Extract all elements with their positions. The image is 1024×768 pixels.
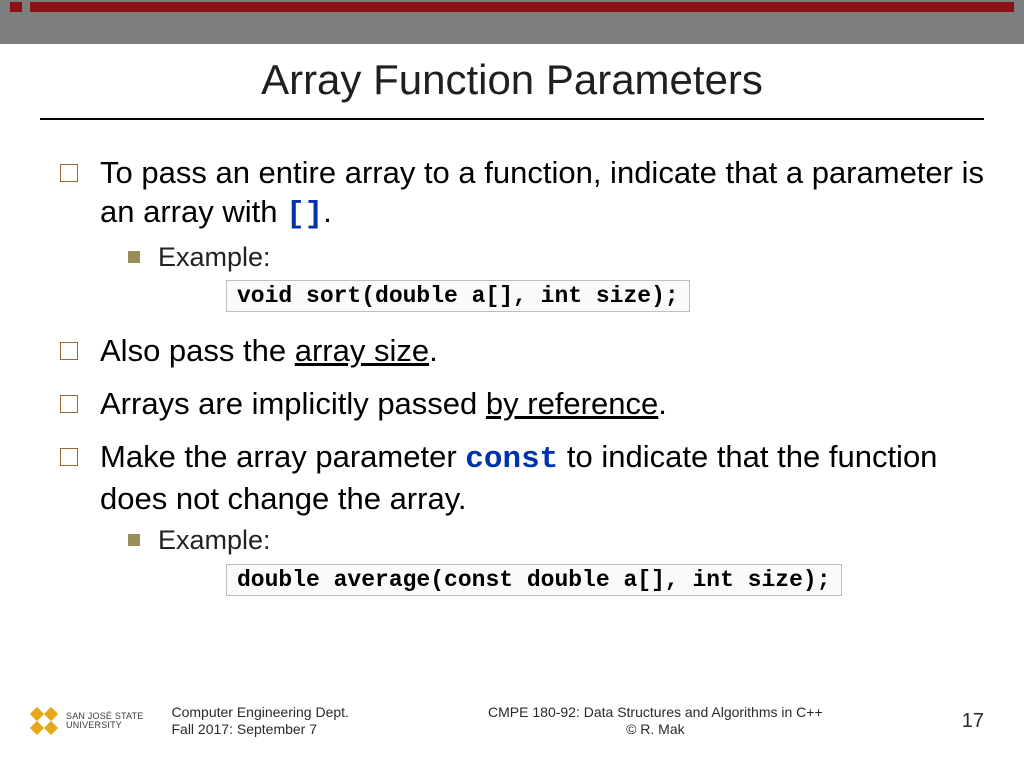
bullet-4: Make the array parameter const to indica… [60, 438, 984, 519]
copyright: © R. Mak [349, 721, 962, 739]
underlined-text: array size [295, 333, 429, 368]
subbullet-example-2: Example: [128, 524, 984, 558]
text: . [323, 194, 332, 229]
text: Make the array parameter [100, 439, 465, 474]
code-box-2: double average(const double a[], int siz… [226, 564, 842, 596]
square-bullet-icon [60, 448, 78, 466]
subbullet-text: Example: [158, 241, 271, 275]
small-square-bullet-icon [128, 534, 140, 546]
logo-line-2: UNIVERSITY [66, 721, 143, 730]
bullet-text: To pass an entire array to a function, i… [100, 154, 984, 235]
inline-code: [] [286, 197, 323, 232]
term-date: Fall 2017: September 7 [171, 721, 348, 739]
dept-name: Computer Engineering Dept. [171, 704, 348, 722]
bullet-1: To pass an entire array to a function, i… [60, 154, 984, 235]
title-rule [40, 118, 984, 120]
bullet-text: Also pass the array size. [100, 332, 438, 371]
text: Also pass the [100, 333, 295, 368]
course-title: CMPE 180-92: Data Structures and Algorit… [349, 704, 962, 722]
inline-code: const [465, 442, 558, 477]
bullet-3: Arrays are implicitly passed by referenc… [60, 385, 984, 424]
text: . [658, 386, 667, 421]
header-band [0, 0, 1024, 44]
text: . [429, 333, 438, 368]
footer: SAN JOSÉ STATE UNIVERSITY Computer Engin… [0, 698, 1024, 744]
small-square-bullet-icon [128, 251, 140, 263]
underlined-text: by reference [486, 386, 658, 421]
page-number: 17 [962, 710, 984, 733]
accent-stripe [10, 2, 22, 12]
bullet-2: Also pass the array size. [60, 332, 984, 371]
code-box-1: void sort(double a[], int size); [226, 280, 690, 312]
slide-title: Array Function Parameters [0, 56, 1024, 104]
text: To pass an entire array to a function, i… [100, 155, 984, 229]
footer-left: Computer Engineering Dept. Fall 2017: Se… [171, 704, 348, 739]
subbullet-text: Example: [158, 524, 271, 558]
square-bullet-icon [60, 395, 78, 413]
university-name: SAN JOSÉ STATE UNIVERSITY [66, 712, 143, 731]
bullet-text: Make the array parameter const to indica… [100, 438, 984, 519]
bullet-text: Arrays are implicitly passed by referenc… [100, 385, 667, 424]
square-bullet-icon [60, 164, 78, 182]
text: Arrays are implicitly passed [100, 386, 486, 421]
subbullet-example-1: Example: [128, 241, 984, 275]
university-logo-icon [28, 705, 60, 737]
footer-center: CMPE 180-92: Data Structures and Algorit… [349, 704, 962, 739]
slide-body: To pass an entire array to a function, i… [60, 140, 984, 688]
square-bullet-icon [60, 342, 78, 360]
accent-stripe [30, 2, 1014, 12]
